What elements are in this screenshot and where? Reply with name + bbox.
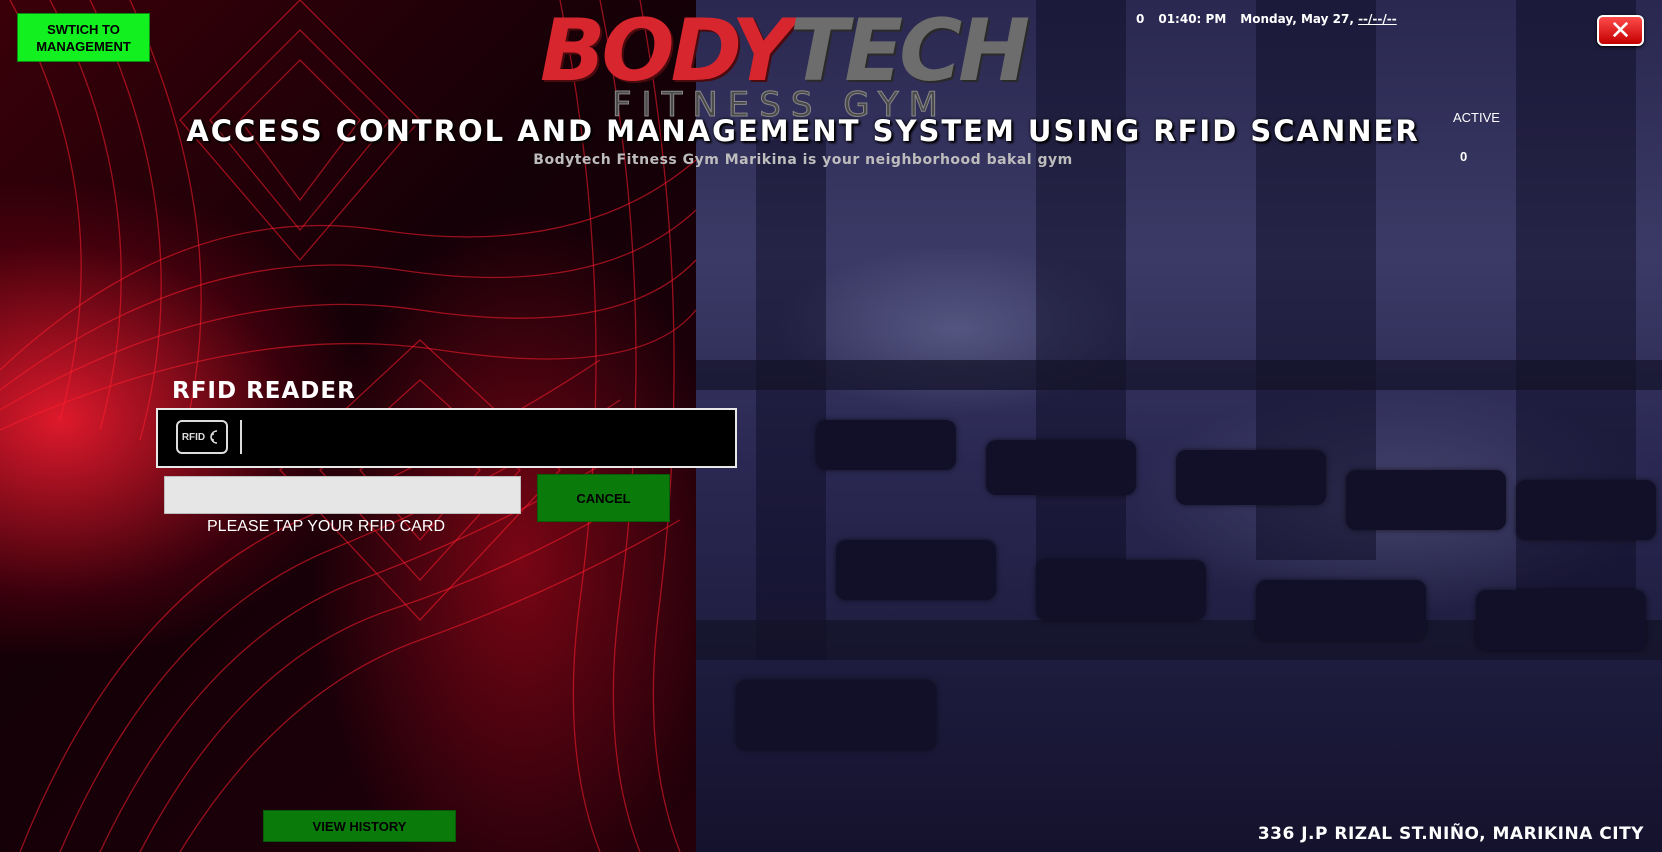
date-text: Monday, May 27, bbox=[1240, 12, 1354, 26]
active-label: ACTIVE bbox=[1453, 110, 1500, 125]
logo-wordmark: BODYTECH bbox=[540, 8, 1030, 94]
rfid-icon-label: RFID bbox=[181, 431, 206, 443]
bodytech-logo: BODYTECH FITNESS GYM bbox=[540, 8, 1120, 123]
rfid-input[interactable] bbox=[250, 422, 724, 456]
tap-card-message: PLEASE TAP YOUR RFID CARD bbox=[207, 518, 445, 535]
cancel-button[interactable]: CANCEL bbox=[537, 474, 670, 522]
dumbbell bbox=[1346, 470, 1506, 530]
clock-time: 01:40: PM bbox=[1158, 12, 1227, 26]
active-count: 0 bbox=[1460, 149, 1468, 164]
dumbbell bbox=[836, 540, 996, 600]
dumbbell bbox=[1036, 560, 1206, 620]
clock-date: Monday, May 27, --/--/-- bbox=[1240, 12, 1396, 26]
dumbbell bbox=[1256, 580, 1426, 640]
status-bar: 0 01:40: PM Monday, May 27, --/--/-- bbox=[1136, 12, 1397, 26]
member-info-field[interactable] bbox=[164, 476, 521, 514]
switch-to-management-button[interactable]: SWTICH TO MANAGEMENT bbox=[17, 13, 150, 62]
date-placeholder: --/--/-- bbox=[1358, 12, 1397, 26]
page-title: ACCESS CONTROL AND MANAGEMENT SYSTEM USI… bbox=[186, 114, 1420, 148]
wave-icon bbox=[210, 430, 218, 444]
dumbbell-rack bbox=[696, 360, 1662, 390]
dumbbell bbox=[816, 420, 956, 470]
rfid-reader-title: RFID READER bbox=[172, 378, 356, 404]
close-button[interactable]: ✕ bbox=[1597, 15, 1644, 46]
dumbbell bbox=[1476, 590, 1646, 650]
rfid-reader-field: RFID bbox=[156, 408, 737, 468]
rfid-separator bbox=[240, 420, 242, 454]
dumbbell bbox=[736, 680, 936, 750]
gym-address: 336 J.P RIZAL ST.NIÑO, MARIKINA CITY bbox=[1257, 824, 1644, 844]
status-counter: 0 bbox=[1136, 12, 1145, 26]
view-history-button[interactable]: VIEW HISTORY bbox=[263, 810, 456, 842]
gym-pillar bbox=[756, 140, 826, 660]
dumbbell bbox=[1176, 450, 1326, 505]
kiosk-window: SWTICH TO MANAGEMENT BODYTECH FITNESS GY… bbox=[0, 0, 1662, 852]
dumbbell bbox=[1516, 480, 1656, 540]
dumbbell bbox=[986, 440, 1136, 495]
page-subtitle: Bodytech Fitness Gym Marikina is your ne… bbox=[533, 152, 1073, 168]
close-icon: ✕ bbox=[1609, 15, 1632, 46]
rfid-icon: RFID bbox=[176, 420, 228, 454]
